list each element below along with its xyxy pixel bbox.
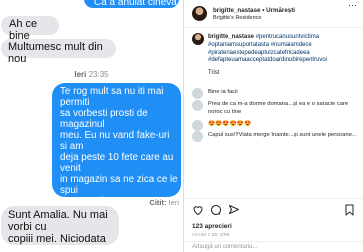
message-timestamp: Ieri 23:35 [0,70,183,79]
avatar[interactable] [192,33,204,45]
comment: 😍😍😍😍😍😍 [208,121,252,127]
comment-icon[interactable] [210,204,222,218]
message-bubble-incoming: Multumesc mult din nou [1,39,116,65]
more-options-icon[interactable]: ⋯ [348,0,357,11]
timestamp-time: 23:35 [88,70,109,79]
read-label: Citit: [149,198,167,207]
read-receipt: Citit: Ieri [149,198,179,207]
post-header: brigitte_nastase • Urmărești Brigitte's … [184,0,363,28]
post-caption: brigitte_nastase #pentrucanusuntvictima … [208,34,358,65]
message-bubble-outgoing-long: Te rog mult sa nu iti mai permiti sa vor… [52,83,181,240]
message-bubble-outgoing: Ca a anulat cineva si m a sunat [84,0,179,19]
instagram-post-panel: brigitte_nastase • Urmărești Brigitte's … [184,0,363,252]
bookmark-icon[interactable] [344,204,355,218]
avatar[interactable] [192,120,203,131]
username-link[interactable]: brigitte_nastase [213,7,260,14]
avatar[interactable] [192,6,207,21]
location-link[interactable]: Brigitte's Residence [213,15,261,21]
share-icon[interactable] [228,204,240,218]
follow-status-button[interactable]: Urmărești [266,7,295,14]
comment: Capul sus!!!Viata merge înainte...și sun… [208,132,357,138]
add-comment-input[interactable]: Adaugă un comentariu... [184,241,363,252]
like-count[interactable]: 123 aprecieri [192,223,232,230]
avatar[interactable] [192,131,203,142]
caption-username[interactable]: brigitte_nastase [208,34,254,40]
timestamp-day: Ieri [74,70,87,79]
read-time: Ieri [168,198,179,207]
message-bubble-incoming: Ah ce bine [1,16,59,42]
post-author: brigitte_nastase • Urmărești [213,7,295,14]
chat-screenshot: Ca a anulat cineva si m a sunat Ah ce bi… [0,0,183,252]
post-footer: 123 aprecieri ACUM 7 DE ORE Adaugă un co… [184,198,363,252]
caption-extra: Trist [208,70,220,76]
heart-icon[interactable] [192,204,204,218]
post-date: ACUM 7 DE ORE [192,232,231,237]
avatar[interactable] [192,100,203,111]
comment: Prea de ca m-a dorme domana...și ea e o … [208,101,349,115]
comment: Bine ia facii [208,89,238,95]
post-comments-area: brigitte_nastase #pentrucanusuntvictima … [184,30,363,198]
avatar[interactable] [192,88,203,99]
message-bubble-incoming-last: Sunt Amalia. Nu mai vorbi cu copiii mei.… [1,206,119,245]
